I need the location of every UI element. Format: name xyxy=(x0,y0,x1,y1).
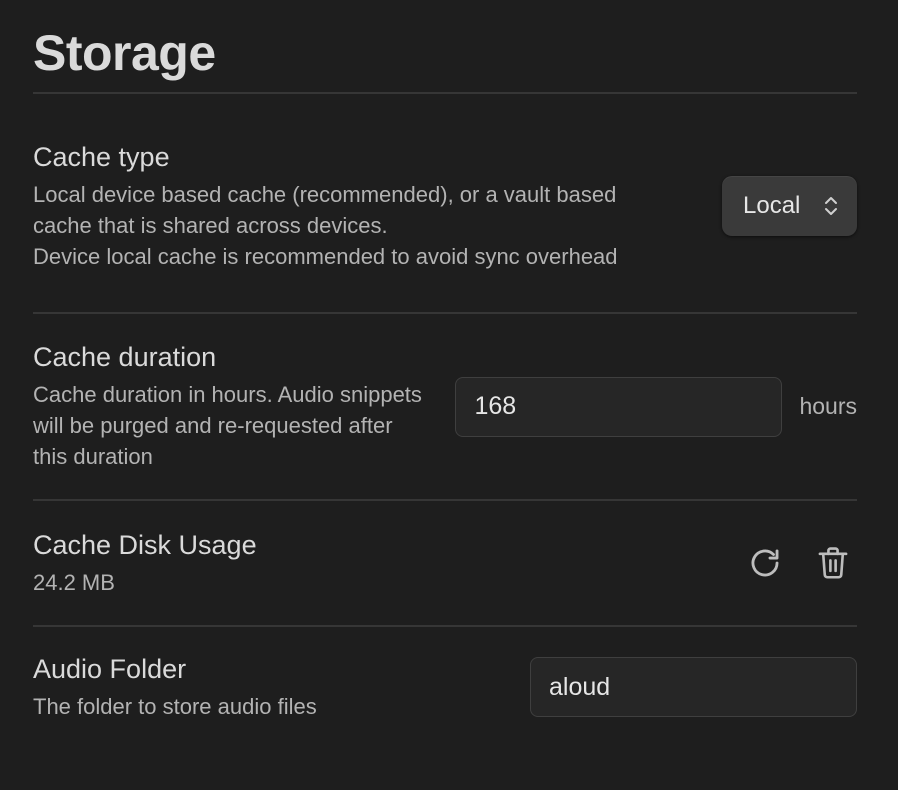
setting-name: Audio Folder xyxy=(33,653,187,684)
setting-name: Cache duration xyxy=(33,342,217,372)
setting-description: Local device based cache (recommended), … xyxy=(33,179,643,272)
chevron-up-down-icon xyxy=(823,195,839,217)
select-value: Local xyxy=(743,192,801,219)
setting-info: Audio Folder The folder to store audio f… xyxy=(33,653,530,722)
clear-cache-button[interactable] xyxy=(809,539,857,587)
settings-page: Storage Cache type Local device based ca… xyxy=(0,0,898,790)
setting-name: Cache type xyxy=(33,141,170,172)
setting-info: Cache duration Cache duration in hours. … xyxy=(33,341,423,472)
trash-icon xyxy=(817,546,849,580)
description-line: Local device based cache (recommended), … xyxy=(33,181,617,238)
setting-control: 168 hours xyxy=(455,376,857,437)
setting-control xyxy=(741,539,857,587)
setting-control: aloud xyxy=(530,657,857,717)
page-title: Storage xyxy=(33,25,216,81)
cache-duration-input[interactable]: 168 xyxy=(455,376,783,437)
cache-type-select[interactable]: Local xyxy=(722,176,857,236)
disk-usage-value: 24.2 MB xyxy=(33,569,115,595)
setting-info: Cache Disk Usage 24.2 MB xyxy=(33,529,741,598)
refresh-button[interactable] xyxy=(741,539,789,587)
refresh-icon xyxy=(748,546,782,580)
setting-audio-folder: Audio Folder The folder to store audio f… xyxy=(33,625,857,765)
unit-label: hours xyxy=(799,393,857,419)
setting-info: Cache type Local device based cache (rec… xyxy=(33,141,643,272)
setting-description: Cache duration in hours. Audio snippets … xyxy=(33,382,422,469)
setting-cache-disk-usage: Cache Disk Usage 24.2 MB xyxy=(33,499,857,625)
setting-control: Local xyxy=(722,176,857,236)
setting-cache-duration: Cache duration Cache duration in hours. … xyxy=(33,312,857,499)
setting-cache-type: Cache type Local device based cache (rec… xyxy=(33,92,857,312)
setting-name: Cache Disk Usage xyxy=(33,529,257,560)
audio-folder-input[interactable]: aloud xyxy=(530,657,857,717)
description-line: Device local cache is recommended to avo… xyxy=(33,243,618,269)
setting-description: The folder to store audio files xyxy=(33,693,317,719)
